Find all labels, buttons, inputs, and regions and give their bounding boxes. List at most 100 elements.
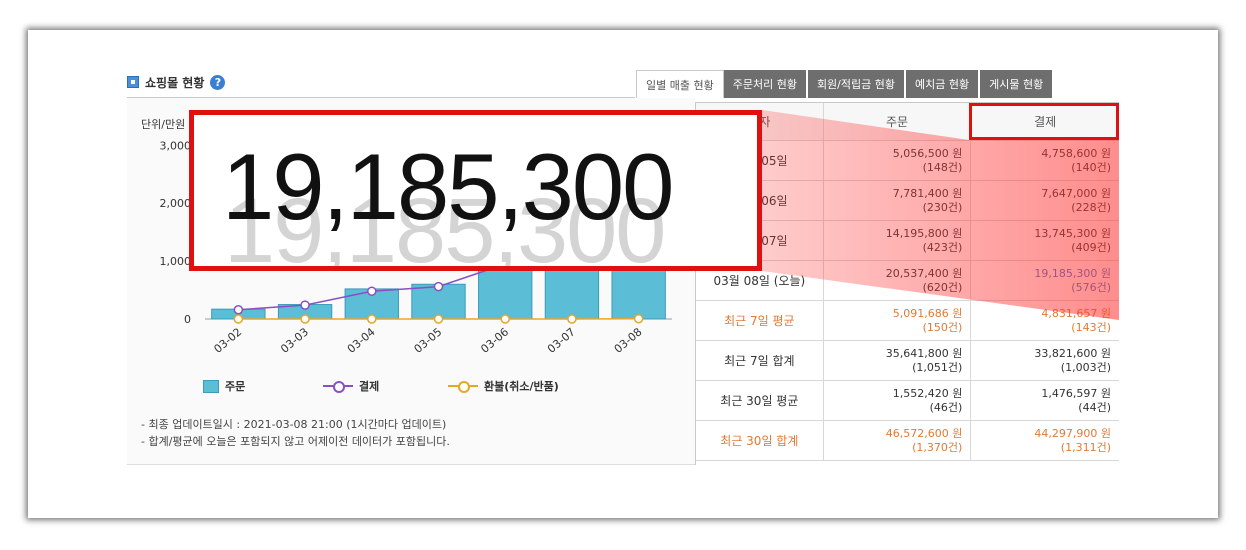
legend-bar-swatch — [203, 379, 219, 393]
refund-point — [633, 313, 644, 324]
order-count: (620건) — [922, 280, 963, 294]
note-last-update: - 최종 업데이트일시 : 2021-03-08 21:00 (1시간마다 업데… — [141, 418, 447, 431]
payment-amount: 44,297,900 원 — [1034, 426, 1111, 440]
legend-item-refunds: 환불(취소/반품) — [448, 378, 559, 394]
row-label: 최근 30일 평균 — [720, 394, 799, 408]
table-row: 최근 7일 평균 5,091,686 원 (150건) 4,831,657 원 (143… — [696, 301, 1119, 341]
order-amount: 14,195,800 원 — [885, 226, 963, 240]
row-label-cell: 최근 30일 합계 — [696, 421, 824, 460]
x-tick-label: 03-02 — [211, 325, 244, 356]
row-label-cell: 최근 7일 합계 — [696, 341, 824, 380]
help-icon[interactable]: ? — [210, 74, 226, 90]
tab-posts[interactable]: 게시물 현황 — [980, 70, 1055, 98]
refund-point — [367, 314, 377, 324]
x-tick-label: 03-04 — [345, 325, 378, 356]
payment-cell: 1,476,597 원 (44건) — [971, 381, 1119, 420]
y-tick-label: 0 — [184, 313, 191, 326]
row-label: 03월 08일 (오늘) — [713, 274, 806, 288]
payment-cell: 4,758,600 원 (140건) — [971, 141, 1119, 180]
order-cell: 5,056,500 원 (148건) — [824, 141, 972, 180]
payment-count: (140건) — [1071, 160, 1111, 174]
order-cell: 35,641,800 원 (1,051건) — [824, 341, 972, 380]
legend-label-payments: 결제 — [359, 380, 380, 393]
order-cell: 14,195,800 원 (423건) — [824, 221, 972, 260]
payment-cell: 7,647,000 원 (228건) — [971, 181, 1119, 220]
order-amount: 7,781,400 원 — [892, 186, 963, 200]
y-tick-label: 2,000 — [160, 197, 192, 210]
payment-amount: 7,647,000 원 — [1041, 186, 1111, 200]
y-tick-label: 3,000 — [160, 139, 192, 152]
payment-count: (44건) — [1078, 400, 1111, 414]
row-label: 최근 30일 합계 — [720, 434, 799, 448]
header-orders: 주문 — [824, 103, 972, 140]
table-row: 최근 30일 평균 1,552,420 원 (46건) 1,476,597 원 (44건… — [696, 381, 1119, 421]
x-tick-label: 03-05 — [412, 325, 445, 356]
chart-legend: 주문 결제 환불(취소/반품) — [203, 378, 683, 394]
legend-item-payments: 결제 — [323, 378, 379, 394]
payment-amount: 13,745,300 원 — [1034, 226, 1111, 240]
panel-square-icon — [127, 76, 139, 88]
payment-cell: 19,185,300 원 (576건) — [971, 261, 1119, 300]
order-cell: 1,552,420 원 (46건) — [824, 381, 972, 420]
order-amount: 5,056,500 원 — [892, 146, 963, 160]
tab-order-processing[interactable]: 주문처리 현황 — [723, 70, 808, 98]
order-count: (150건) — [922, 320, 963, 334]
row-label: 최근 7일 평균 — [724, 314, 795, 328]
refund-point — [567, 314, 577, 324]
refund-point — [433, 314, 444, 324]
y-tick-label: 1,000 — [160, 255, 192, 268]
order-amount: 5,091,686 원 — [892, 306, 963, 320]
payment-point — [233, 304, 244, 315]
order-amount: 46,572,600 원 — [885, 426, 963, 440]
order-count: (423건) — [922, 240, 963, 254]
payment-amount: 1,476,597 원 — [1041, 386, 1111, 400]
order-cell: 46,572,600 원 (1,370건) — [824, 421, 972, 460]
payment-cell: 33,821,600 원 (1,003건) — [971, 341, 1119, 380]
refund-point — [500, 314, 510, 324]
payment-point — [300, 300, 310, 310]
legend-line-swatch-purple — [323, 380, 353, 393]
zoomed-value: 19,185,300 — [222, 134, 674, 239]
tab-daily-sales[interactable]: 일별 매출 현황 — [636, 70, 724, 98]
payment-count: (143건) — [1071, 320, 1111, 334]
payment-point — [367, 286, 377, 296]
panel-header: 쇼핑몰 현황 ? — [127, 72, 226, 92]
order-cell: 5,091,686 원 (150건) — [824, 301, 972, 340]
x-tick-label: 03-06 — [478, 325, 511, 356]
legend-label-orders: 주문 — [225, 380, 246, 393]
chart-notes: - 최종 업데이트일시 : 2021-03-08 21:00 (1시간마다 업데… — [141, 416, 450, 450]
payment-count: (1,311건) — [1060, 440, 1111, 454]
refund-point — [300, 314, 310, 324]
x-tick-label: 03-07 — [545, 325, 578, 356]
legend-line-swatch-orange — [448, 380, 478, 393]
order-cell: 7,781,400 원 (230건) — [824, 181, 972, 220]
note-aggregation: - 합계/평균에 오늘은 포함되지 않고 어제이전 데이터가 포함됩니다. — [141, 435, 450, 448]
payment-count: (1,003건) — [1060, 360, 1111, 374]
order-amount: 1,552,420 원 — [892, 386, 963, 400]
order-amount: 20,537,400 원 — [885, 266, 963, 280]
payment-amount: 19,185,300 원 — [1034, 266, 1111, 280]
table-row: 최근 7일 합계 35,641,800 원 (1,051건) 33,821,600 원… — [696, 341, 1119, 381]
refund-point — [233, 314, 244, 324]
table-row: 최근 30일 합계 46,572,600 원 (1,370건) 44,297,900 … — [696, 421, 1119, 461]
payment-cell: 4,831,657 원 (143건) — [971, 301, 1119, 340]
x-tick-label: 03-03 — [278, 325, 311, 356]
row-label-cell: 최근 7일 평균 — [696, 301, 824, 340]
order-count: (46건) — [929, 400, 963, 414]
row-label-cell: 최근 30일 평균 — [696, 381, 824, 420]
order-count: (148건) — [922, 160, 963, 174]
payment-header-highlight — [969, 103, 1119, 140]
order-amount: 35,641,800 원 — [885, 346, 963, 360]
tab-deposits[interactable]: 예치금 현황 — [905, 70, 981, 98]
order-count: (1,370건) — [912, 440, 963, 454]
order-cell: 20,537,400 원 (620건) — [824, 261, 972, 300]
panel-title: 쇼핑몰 현황 — [145, 75, 205, 90]
order-count: (230건) — [922, 200, 963, 214]
payment-amount: 33,821,600 원 — [1034, 346, 1111, 360]
payment-count: (228건) — [1071, 200, 1111, 214]
legend-item-orders: 주문 — [203, 378, 245, 394]
stats-tabs: 일별 매출 현황 주문처리 현황 회원/적립금 현황 예치금 현황 게시물 현황 — [636, 70, 1055, 98]
payment-cell: 44,297,900 원 (1,311건) — [971, 421, 1119, 460]
tab-members-points[interactable]: 회원/적립금 현황 — [807, 70, 906, 98]
payment-cell: 13,745,300 원 (409건) — [971, 221, 1119, 260]
